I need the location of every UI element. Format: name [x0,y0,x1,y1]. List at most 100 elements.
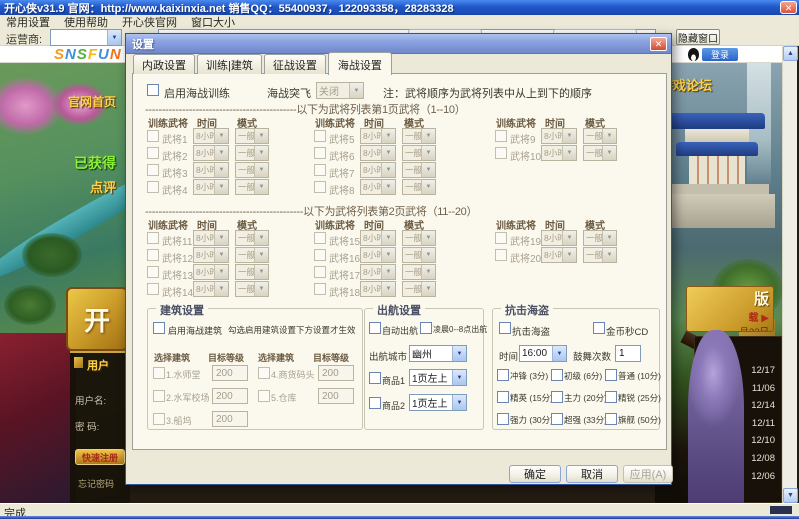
anti-pirate-checkbox[interactable] [499,322,511,334]
auto-sail-checkbox[interactable] [369,322,381,334]
sail-city-select[interactable]: 幽州 ▼ [409,345,467,362]
cheer-count-input[interactable]: 1 [615,345,641,362]
tab-内政设置[interactable]: 内政设置 [133,54,195,74]
pirate-option-checkbox[interactable] [497,391,509,403]
general-time-select[interactable]: 8小时▼ [193,230,229,246]
scrollbar-up-icon[interactable]: ▲ [783,46,798,61]
general-mode-select[interactable]: 一般▼ [235,179,269,195]
general-mode-select[interactable]: 一般▼ [583,230,617,246]
general-time-select[interactable]: 8小时▼ [541,128,577,144]
enable-naval-training-checkbox[interactable] [147,84,159,96]
building-checkbox[interactable] [153,367,165,379]
news-date[interactable]: 12/17 [751,365,775,376]
general-mode-select[interactable]: 一般▼ [235,264,269,280]
enable-naval-building-checkbox[interactable] [153,322,165,334]
pirate-option-checkbox[interactable] [605,391,617,403]
general-mode-select[interactable]: 一般▼ [235,145,269,161]
news-date[interactable]: 12/10 [751,435,775,446]
general-mode-select[interactable]: 一般▼ [235,247,269,263]
general-time-select[interactable]: 8小时▼ [193,128,229,144]
tab-海战设置[interactable]: 海战设置 [328,52,392,75]
gold-cd-checkbox[interactable] [593,322,605,334]
general-time-select[interactable]: 8小时▼ [360,247,396,263]
general-checkbox[interactable] [314,249,326,261]
tab-训练|建筑[interactable]: 训练|建筑 [197,54,262,74]
general-mode-select[interactable]: 一般▼ [402,264,436,280]
general-checkbox[interactable] [495,249,507,261]
general-time-select[interactable]: 8小时▼ [541,145,577,161]
breakthrough-select[interactable]: 关闭 ▼ [316,82,364,99]
general-mode-select[interactable]: 一般▼ [235,162,269,178]
news-date[interactable]: 12/06 [751,471,775,482]
building-checkbox[interactable] [258,390,270,402]
quick-register-button[interactable]: 快速注册 [75,449,125,465]
general-mode-select[interactable]: 一般▼ [583,145,617,161]
general-checkbox[interactable] [314,181,326,193]
general-checkbox[interactable] [495,130,507,142]
pirate-option-checkbox[interactable] [605,369,617,381]
general-mode-select[interactable]: 一般▼ [402,128,436,144]
general-time-select[interactable]: 8小时▼ [193,247,229,263]
news-date[interactable]: 12/14 [751,400,775,411]
general-checkbox[interactable] [314,130,326,142]
general-time-select[interactable]: 8小时▼ [360,179,396,195]
general-checkbox[interactable] [147,147,159,159]
building-level-input[interactable]: 200 [212,411,248,427]
home-link[interactable]: 官网首页 [68,93,116,110]
general-checkbox[interactable] [147,283,159,295]
building-checkbox[interactable] [258,367,270,379]
goods2-checkbox[interactable] [369,397,381,409]
forgot-password-link[interactable]: 忘记密码 [78,477,114,490]
tab-征战设置[interactable]: 征战设置 [264,54,326,74]
general-mode-select[interactable]: 一般▼ [402,230,436,246]
general-checkbox[interactable] [314,147,326,159]
general-checkbox[interactable] [314,266,326,278]
badge-line2[interactable]: 载 ▶ [691,309,769,324]
general-checkbox[interactable] [147,164,159,176]
pirate-option-checkbox[interactable] [551,413,563,425]
building-checkbox[interactable] [153,413,165,425]
news-date[interactable]: 12/08 [751,453,775,464]
goods1-checkbox[interactable] [369,372,381,384]
building-level-input[interactable]: 200 [212,388,248,404]
building-level-input[interactable]: 200 [318,365,354,381]
pirate-option-checkbox[interactable] [551,369,563,381]
general-checkbox[interactable] [495,232,507,244]
pirate-option-checkbox[interactable] [551,391,563,403]
general-checkbox[interactable] [314,232,326,244]
general-checkbox[interactable] [314,283,326,295]
general-time-select[interactable]: 8小时▼ [360,264,396,280]
general-checkbox[interactable] [147,266,159,278]
goods1-select[interactable]: 1页左上 ▼ [409,369,467,386]
page-scrollbar[interactable]: ▲ ▼ [782,46,797,503]
night-sail-checkbox[interactable] [420,322,432,334]
qq-login-button[interactable]: 登录 [702,48,738,61]
general-mode-select[interactable]: 一般▼ [583,247,617,263]
general-time-select[interactable]: 8小时▼ [541,230,577,246]
general-time-select[interactable]: 8小时▼ [360,128,396,144]
general-time-select[interactable]: 8小时▼ [541,247,577,263]
scrollbar-down-icon[interactable]: ▼ [783,488,798,503]
general-mode-select[interactable]: 一般▼ [402,145,436,161]
general-time-select[interactable]: 8小时▼ [193,145,229,161]
general-mode-select[interactable]: 一般▼ [235,230,269,246]
general-checkbox[interactable] [495,147,507,159]
pirate-time-select[interactable]: 16:00 ▼ [519,345,567,362]
general-mode-select[interactable]: 一般▼ [583,128,617,144]
general-time-select[interactable]: 8小时▼ [360,281,396,297]
goods2-select[interactable]: 1页左上 ▼ [409,394,467,411]
general-checkbox[interactable] [147,130,159,142]
hide-window-button[interactable]: 隐藏窗口 [676,29,720,45]
news-date[interactable]: 11/06 [752,383,775,394]
pirate-option-checkbox[interactable] [497,369,509,381]
general-time-select[interactable]: 8小时▼ [360,230,396,246]
building-level-input[interactable]: 200 [318,388,354,404]
general-time-select[interactable]: 8小时▼ [193,264,229,280]
general-checkbox[interactable] [147,232,159,244]
pirate-option-checkbox[interactable] [497,413,509,425]
general-mode-select[interactable]: 一般▼ [402,281,436,297]
window-close-icon[interactable]: ✕ [780,1,797,14]
general-time-select[interactable]: 8小时▼ [193,179,229,195]
general-time-select[interactable]: 8小时▼ [193,162,229,178]
news-date[interactable]: 12/11 [752,418,775,429]
